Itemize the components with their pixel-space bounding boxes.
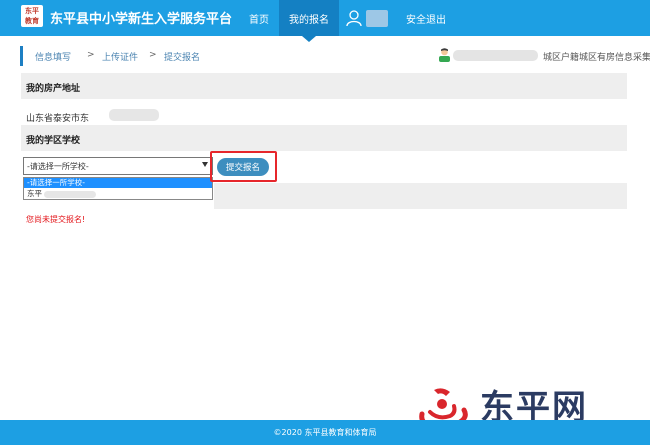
school-name-blurred — [44, 191, 96, 198]
nav-home[interactable]: 首页 — [249, 11, 269, 26]
user-avatar-icon[interactable] — [346, 9, 362, 27]
address-blurred — [109, 109, 159, 121]
header-bar: 东平教育 东平县中小学新生入学服务平台 首页 我的报名 安全退出 — [0, 0, 650, 36]
chevron-down-icon[interactable] — [202, 162, 208, 167]
footer-copyright: ©2020 东平县教育和体育局 — [273, 428, 377, 437]
nav-logout[interactable]: 安全退出 — [406, 11, 446, 26]
property-section-title: 我的房产地址 — [21, 73, 627, 99]
dropdown-option-placeholder[interactable]: -请选择一所学校- — [24, 178, 212, 188]
school-select[interactable]: -请选择一所学校- — [23, 157, 213, 175]
user-name-blurred — [453, 50, 538, 61]
submit-signup-button[interactable]: 提交报名 — [217, 158, 269, 176]
school-row-background — [214, 183, 627, 209]
school-select-dropdown[interactable]: -请选择一所学校- 东平 — [23, 177, 213, 200]
user-avatar-icon — [439, 48, 450, 62]
site-title: 东平县中小学新生入学服务平台 — [50, 12, 233, 27]
nav-my-signup[interactable]: 我的报名 — [289, 11, 329, 26]
breadcrumb-separator: > — [149, 50, 157, 60]
username-blurred — [366, 10, 388, 27]
logo-text: 东平教育 — [25, 6, 39, 25]
breadcrumb-step-fill-info[interactable]: 信息填写 — [35, 50, 71, 63]
property-address: 山东省泰安市东 — [26, 114, 90, 124]
region-label: 城区户籍城区有房信息采集 — [543, 53, 650, 63]
school-section-title: 我的学区学校 — [21, 125, 627, 151]
signup-status-message: 您尚未提交报名! — [26, 215, 86, 224]
breadcrumb-step-upload[interactable]: 上传证件 — [102, 50, 138, 63]
nav-active-pointer — [302, 36, 316, 42]
breadcrumb-step-submit[interactable]: 提交报名 — [164, 50, 200, 63]
logo: 东平教育 — [21, 5, 43, 27]
breadcrumb: 信息填写 > 上传证件 > 提交报名 城区户籍城区有房信息采集 — [20, 46, 650, 66]
school-select-value: -请选择一所学校- — [27, 162, 89, 171]
breadcrumb-separator: > — [87, 50, 95, 60]
page: 东平教育 东平县中小学新生入学服务平台 首页 我的报名 安全退出 信息填写 > … — [0, 0, 650, 445]
